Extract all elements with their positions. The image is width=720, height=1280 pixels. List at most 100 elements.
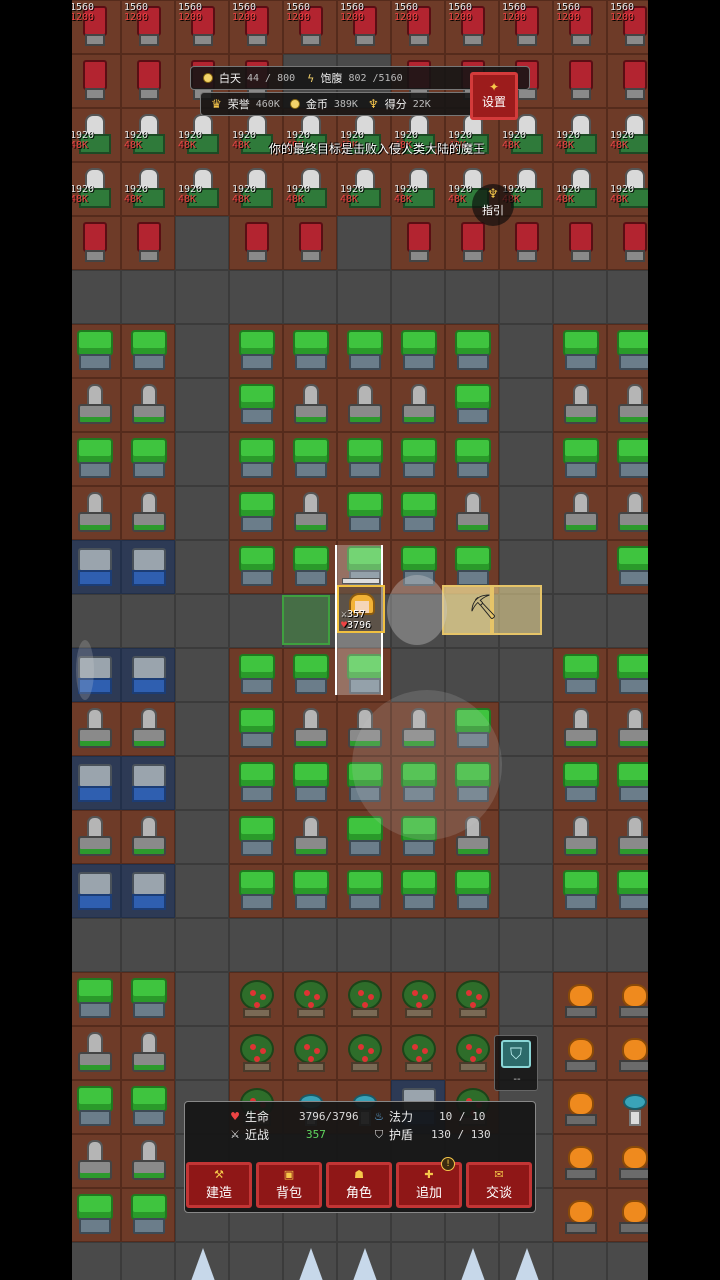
map-tile[interactable]: 192048K [337,162,391,216]
map-tile[interactable] [72,216,121,270]
map-tile[interactable]: 1560 1200 [72,0,121,54]
map-tile[interactable] [229,324,283,378]
map-tile[interactable] [72,864,121,918]
map-tile[interactable] [607,270,648,324]
map-tile[interactable] [445,270,499,324]
map-tile[interactable] [499,702,553,756]
map-tile[interactable] [229,702,283,756]
map-tile[interactable] [553,1242,607,1280]
map-tile[interactable] [229,216,283,270]
build-button[interactable]: ⚒ 建造 [186,1162,252,1208]
map-tile[interactable] [175,1242,229,1280]
map-tile[interactable] [229,270,283,324]
map-tile[interactable] [121,702,175,756]
map-tile[interactable] [499,918,553,972]
map-tile[interactable] [553,216,607,270]
map-tile[interactable] [607,756,648,810]
map-tile[interactable] [445,432,499,486]
talk-button[interactable]: ✉ 交谈 [466,1162,532,1208]
map-tile[interactable] [175,216,229,270]
map-tile[interactable]: 1560 1200 [445,0,499,54]
map-tile[interactable] [283,702,337,756]
append-button[interactable]: ✚ 追加 ! [396,1157,462,1208]
map-tile[interactable] [553,594,607,648]
map-tile[interactable] [391,1242,445,1280]
map-tile[interactable] [607,486,648,540]
map-tile[interactable] [553,648,607,702]
map-tile[interactable] [553,972,607,1026]
map-tile[interactable] [72,594,121,648]
map-tile[interactable] [553,918,607,972]
map-tile[interactable]: 1560 1200 [121,0,175,54]
map-tile[interactable] [121,1080,175,1134]
selected-tile-highlight[interactable] [282,595,330,645]
map-tile[interactable] [553,1026,607,1080]
map-tile[interactable] [553,1134,607,1188]
map-tile[interactable] [229,540,283,594]
map-tile[interactable] [121,594,175,648]
map-tile[interactable] [607,1134,648,1188]
map-tile[interactable] [337,486,391,540]
map-tile[interactable]: 192048K [607,108,648,162]
map-tile[interactable] [337,972,391,1026]
map-tile[interactable] [72,432,121,486]
map-tile[interactable] [175,702,229,756]
map-tile[interactable]: 192048K [72,162,121,216]
map-tile[interactable] [553,270,607,324]
map-tile[interactable] [391,864,445,918]
map-tile[interactable] [121,864,175,918]
map-tile[interactable] [72,1242,121,1280]
map-tile[interactable] [283,648,337,702]
map-tile[interactable]: 1560 1200 [499,0,553,54]
map-tile[interactable] [283,432,337,486]
map-tile[interactable] [175,864,229,918]
map-tile[interactable] [229,378,283,432]
map-tile[interactable] [391,270,445,324]
map-tile[interactable] [499,432,553,486]
map-tile[interactable] [121,756,175,810]
map-tile[interactable] [337,216,391,270]
map-tile[interactable] [121,216,175,270]
map-tile[interactable] [283,756,337,810]
map-tile[interactable] [607,1026,648,1080]
map-tile[interactable] [175,756,229,810]
map-tile[interactable] [445,972,499,1026]
map-tile[interactable] [229,918,283,972]
map-tile[interactable] [283,864,337,918]
map-tile[interactable] [607,648,648,702]
mining-target-tile-2[interactable] [492,585,542,635]
map-tile[interactable]: 1560 1200 [175,0,229,54]
map-tile[interactable] [337,324,391,378]
character-button[interactable]: ☗ 角色 [326,1162,392,1208]
map-tile[interactable] [607,702,648,756]
map-tile[interactable] [283,270,337,324]
map-tile[interactable] [337,1026,391,1080]
map-tile[interactable] [72,324,121,378]
map-tile[interactable] [445,378,499,432]
map-tile[interactable] [175,324,229,378]
map-tile[interactable] [72,756,121,810]
map-tile[interactable] [72,54,121,108]
map-tile[interactable] [229,486,283,540]
map-tile[interactable] [499,324,553,378]
map-tile[interactable] [72,378,121,432]
map-tile[interactable]: 1560 1200 [337,0,391,54]
map-tile[interactable]: 192048K [175,108,229,162]
map-tile[interactable] [121,1134,175,1188]
guide-button[interactable]: ♆ 指引 [472,184,514,226]
map-tile[interactable] [445,918,499,972]
map-tile[interactable] [553,810,607,864]
map-tile[interactable] [175,972,229,1026]
map-tile[interactable] [175,540,229,594]
backpack-button[interactable]: ▣ 背包 [256,1162,322,1208]
map-tile[interactable] [499,270,553,324]
map-tile[interactable]: 1560 1200 [283,0,337,54]
map-tile[interactable] [229,972,283,1026]
map-tile[interactable] [391,918,445,972]
settings-button[interactable]: ✦ 设置 [470,72,518,120]
map-tile[interactable] [553,1080,607,1134]
map-tile[interactable] [391,378,445,432]
map-tile[interactable]: 192048K [553,108,607,162]
player-character[interactable]: ⚔357 ♥3796 [337,585,385,633]
map-tile[interactable] [175,1026,229,1080]
